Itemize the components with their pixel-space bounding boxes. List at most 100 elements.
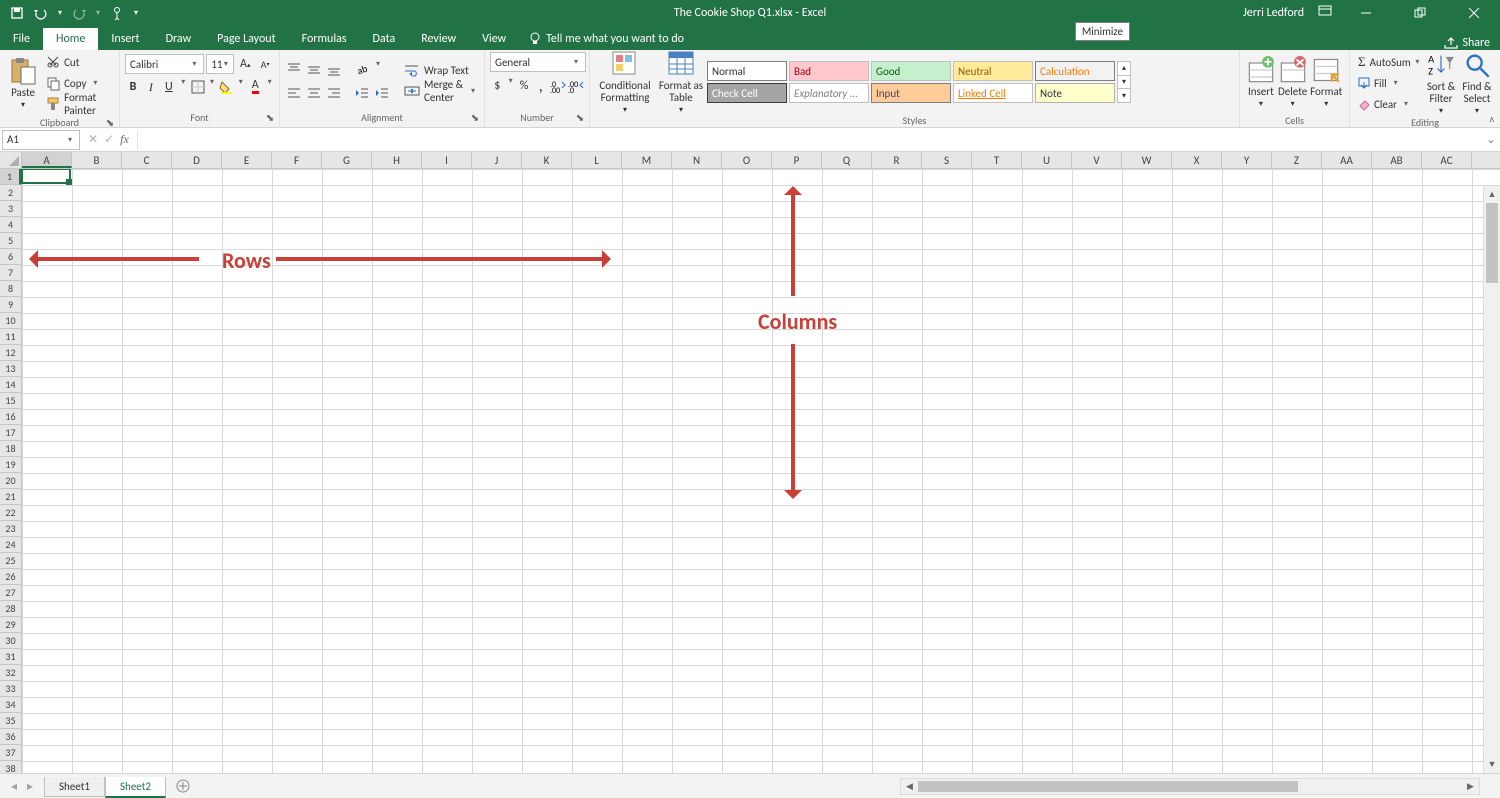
row-header[interactable]: 22 [0,505,21,521]
column-header[interactable]: B [72,152,122,168]
column-header[interactable]: D [172,152,222,168]
style-explanatory[interactable]: Explanatory ... [789,83,869,103]
column-header[interactable]: AC [1422,152,1472,168]
column-header[interactable]: R [872,152,922,168]
chevron-down-icon[interactable]: ▾ [373,59,383,79]
tab-view[interactable]: View [469,28,519,50]
row-header[interactable]: 10 [0,313,21,329]
column-header[interactable]: J [472,152,522,168]
comma-format-icon[interactable]: , [533,76,548,96]
scroll-down-icon[interactable]: ▼ [1484,756,1500,773]
conditional-formatting-button[interactable]: Conditional Formatting▾ [595,52,655,112]
select-all-button[interactable] [0,152,22,168]
row-header[interactable]: 9 [0,297,21,313]
decrease-decimal-icon[interactable]: .00.0 [568,76,584,96]
row-header[interactable]: 8 [0,281,21,297]
tab-insert[interactable]: Insert [98,28,152,50]
row-header[interactable]: 20 [0,473,21,489]
row-header[interactable]: 17 [0,425,21,441]
row-header[interactable]: 28 [0,601,21,617]
row-header[interactable]: 26 [0,569,21,585]
chevron-down-icon[interactable]: ▾ [179,77,188,97]
number-format-combo[interactable]: General▾ [490,52,586,72]
column-header[interactable]: Q [822,152,872,168]
column-header[interactable]: V [1072,152,1122,168]
tab-page-layout[interactable]: Page Layout [204,28,288,50]
qat-customize-icon[interactable]: ▾ [134,8,138,18]
tab-formulas[interactable]: Formulas [289,28,360,50]
decrease-indent-icon[interactable] [353,83,371,103]
insert-cells-button[interactable]: Insert▾ [1245,52,1277,112]
row-header[interactable]: 29 [0,617,21,633]
user-name[interactable]: Jerri Ledford [1243,6,1304,20]
name-box[interactable]: A1▾ [2,130,80,150]
row-header[interactable]: 27 [0,585,21,601]
insert-function-icon[interactable]: fx [120,132,129,147]
column-header[interactable]: K [522,152,572,168]
scroll-down-icon[interactable]: ▾ [1118,76,1130,90]
ribbon-display-icon[interactable] [1318,5,1332,21]
tab-home[interactable]: Home [43,28,98,50]
tell-me-search[interactable]: Tell me what you want to do [519,28,694,50]
chevron-down-icon[interactable]: ▾ [265,77,274,97]
alignment-launcher-icon[interactable]: ⬊ [469,111,481,123]
align-right-icon[interactable] [325,83,343,103]
column-header[interactable]: Z [1272,152,1322,168]
style-linked-cell[interactable]: Linked Cell [953,83,1033,103]
font-launcher-icon[interactable]: ⬊ [264,111,276,123]
chevron-down-icon[interactable]: ▾ [208,77,217,97]
undo-icon[interactable] [34,6,48,20]
column-header[interactable]: S [922,152,972,168]
align-top-icon[interactable] [285,59,303,79]
new-sheet-button[interactable] [172,775,194,797]
column-header[interactable]: AB [1372,152,1422,168]
gallery-expand-icon[interactable]: ▾ [1118,89,1130,102]
horizontal-scrollbar[interactable]: ◀ ▶ [900,778,1480,795]
italic-icon[interactable]: I [143,77,159,97]
style-bad[interactable]: Bad [789,61,869,81]
align-left-icon[interactable] [285,83,303,103]
row-header[interactable]: 35 [0,713,21,729]
row-header[interactable]: 36 [0,729,21,745]
row-header[interactable]: 4 [0,217,21,233]
style-neutral[interactable]: Neutral [953,61,1033,81]
chevron-down-icon[interactable]: ▾ [236,77,245,97]
row-header[interactable]: 25 [0,553,21,569]
row-header[interactable]: 1 [0,169,21,185]
redo-icon[interactable] [72,6,86,20]
align-center-icon[interactable] [305,83,323,103]
row-header[interactable]: 19 [0,457,21,473]
chevron-down-icon[interactable]: ▾ [507,76,515,96]
row-header[interactable]: 30 [0,633,21,649]
enter-formula-icon[interactable]: ✓ [104,132,114,147]
column-header[interactable]: W [1122,152,1172,168]
collapse-ribbon-icon[interactable]: ʌ [1489,112,1494,125]
scroll-left-icon[interactable]: ◀ [901,781,918,792]
column-header[interactable]: L [572,152,622,168]
percent-format-icon[interactable]: % [517,76,532,96]
tab-data[interactable]: Data [360,28,409,50]
styles-gallery-more[interactable]: ▴ ▾ ▾ [1117,61,1131,103]
column-header[interactable]: P [772,152,822,168]
row-header[interactable]: 32 [0,665,21,681]
row-header[interactable]: 14 [0,377,21,393]
row-header[interactable]: 16 [0,409,21,425]
redo-dropdown-icon[interactable]: ▾ [96,8,100,18]
borders-icon[interactable] [190,77,206,97]
save-icon[interactable] [10,6,24,20]
scroll-up-icon[interactable]: ▴ [1118,62,1130,76]
paste-button[interactable]: Paste ▾ [5,53,41,113]
expand-formula-bar-icon[interactable]: ⌄ [1482,132,1500,147]
row-header[interactable]: 2 [0,185,21,201]
column-header[interactable]: I [422,152,472,168]
delete-cells-button[interactable]: Delete▾ [1277,52,1309,112]
merge-center-button[interactable]: Merge & Center▾ [401,81,479,101]
sort-filter-button[interactable]: AZ Sort & Filter▾ [1423,53,1459,113]
cancel-formula-icon[interactable]: ✕ [88,132,98,147]
cells-area[interactable]: Rows Columns [22,169,1500,773]
row-header[interactable]: 37 [0,745,21,761]
increase-decimal-icon[interactable]: .0.00 [550,76,566,96]
column-header[interactable]: X [1172,152,1222,168]
find-select-button[interactable]: Find & Select▾ [1459,53,1495,113]
clipboard-launcher-icon[interactable]: ⬊ [104,116,116,128]
